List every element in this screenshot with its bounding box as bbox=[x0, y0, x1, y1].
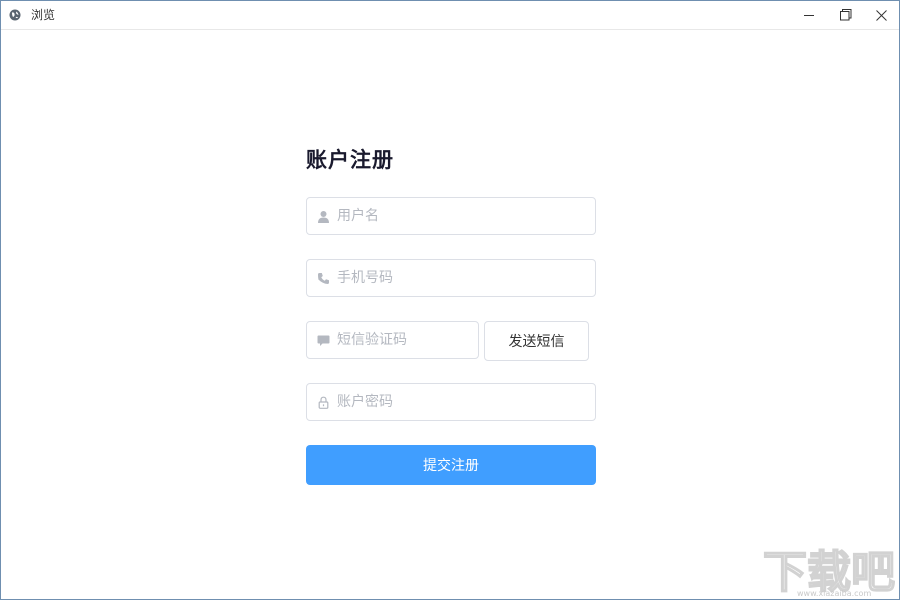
phone-icon bbox=[318, 273, 329, 284]
username-field[interactable] bbox=[306, 197, 596, 235]
user-icon bbox=[318, 211, 329, 223]
sms-code-field[interactable] bbox=[306, 321, 479, 359]
browser-window: 浏览 账户注册 用户名 手机号码 短信验证码 发送短信 提交注册 下载吧 www… bbox=[0, 0, 900, 600]
lock-icon bbox=[318, 396, 329, 409]
password-field[interactable] bbox=[306, 383, 596, 421]
form-title: 账户注册 bbox=[306, 147, 394, 172]
watermark-url: www.xiazaiba.com bbox=[797, 589, 872, 598]
window-title: 浏览 bbox=[31, 8, 56, 22]
submit-register-button[interactable]: 提交注册 bbox=[306, 445, 596, 485]
close-icon bbox=[875, 9, 887, 21]
close-button[interactable] bbox=[863, 1, 899, 29]
message-icon bbox=[317, 335, 330, 346]
phone-input[interactable] bbox=[337, 260, 585, 296]
send-sms-button[interactable]: 发送短信 bbox=[484, 321, 589, 361]
minimize-icon bbox=[803, 14, 814, 16]
restore-button[interactable] bbox=[828, 1, 864, 29]
phone-field[interactable] bbox=[306, 259, 596, 297]
restore-icon bbox=[840, 9, 852, 21]
password-input[interactable] bbox=[337, 384, 585, 420]
globe-icon bbox=[9, 9, 21, 21]
sms-code-input[interactable] bbox=[337, 322, 468, 358]
title-bar[interactable]: 浏览 bbox=[1, 1, 899, 30]
username-input[interactable] bbox=[337, 198, 585, 234]
minimize-button[interactable] bbox=[791, 1, 827, 29]
